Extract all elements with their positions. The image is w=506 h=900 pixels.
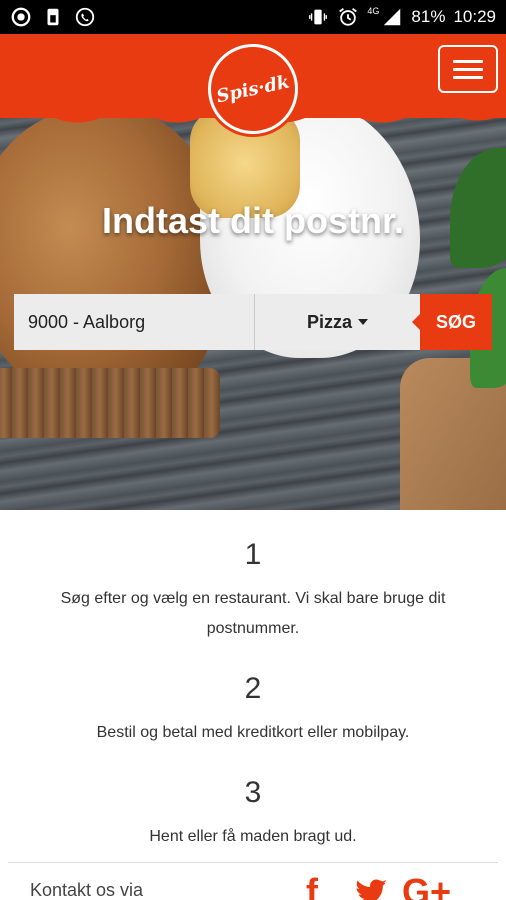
step-number: 3 (244, 776, 262, 809)
signal-icon (381, 6, 403, 28)
step-text: Søg efter og vælg en restaurant. Vi skal… (60, 590, 446, 637)
whatsapp-icon (74, 6, 96, 28)
how-it-works: 1 Søg efter og vælg en restaurant. Vi sk… (0, 510, 506, 852)
google-plus-icon[interactable]: G+ (402, 874, 451, 900)
search-form: 9000 - Aalborg Pizza SØG (14, 294, 492, 350)
status-bar: 4G 81% 10:29 (0, 0, 506, 34)
network-type: 4G (367, 6, 380, 16)
step-number: 2 (244, 672, 262, 705)
caret-down-icon (358, 319, 369, 325)
alarm-icon (337, 6, 359, 28)
hamburger-icon-line (453, 67, 483, 71)
status-bar-left (10, 6, 96, 28)
step-item: 2 Bestil og betal med kreditkort eller m… (0, 672, 506, 748)
basket-image (0, 368, 220, 438)
step-text: Bestil og betal med kreditkort eller mob… (96, 724, 410, 741)
facebook-icon[interactable]: f (306, 874, 318, 900)
contact-text: Kontakt os via (30, 880, 144, 900)
postal-code-input[interactable]: 9000 - Aalborg (14, 294, 254, 350)
vibrate-icon (307, 6, 329, 28)
search-button[interactable]: SØG (412, 294, 492, 350)
bread-image (0, 118, 220, 408)
step-item: 3 Hent eller få maden bragt ud. (0, 776, 506, 852)
menu-button[interactable] (438, 45, 498, 93)
divider (8, 862, 498, 863)
clock: 10:29 (453, 7, 496, 26)
step-number: 1 (244, 538, 262, 571)
battery-level: 81% (411, 7, 446, 26)
hamburger-icon-line (453, 75, 483, 79)
status-bar-right: 4G 81% 10:29 (307, 6, 496, 28)
record-icon (10, 6, 32, 28)
sim-icon (42, 6, 64, 28)
step-text: Hent eller få maden bragt ud. (149, 828, 357, 845)
logo-text: Spis·dk (214, 71, 292, 107)
category-dropdown[interactable]: Pizza (254, 294, 420, 350)
twitter-icon[interactable] (354, 874, 390, 900)
hamburger-icon (453, 59, 483, 63)
logo[interactable]: Spis·dk (208, 44, 298, 134)
category-value: Pizza (306, 311, 353, 332)
hero-title: Indtast dit postnr. (102, 200, 404, 241)
step-item: 1 Søg efter og vælg en restaurant. Vi sk… (0, 538, 506, 644)
